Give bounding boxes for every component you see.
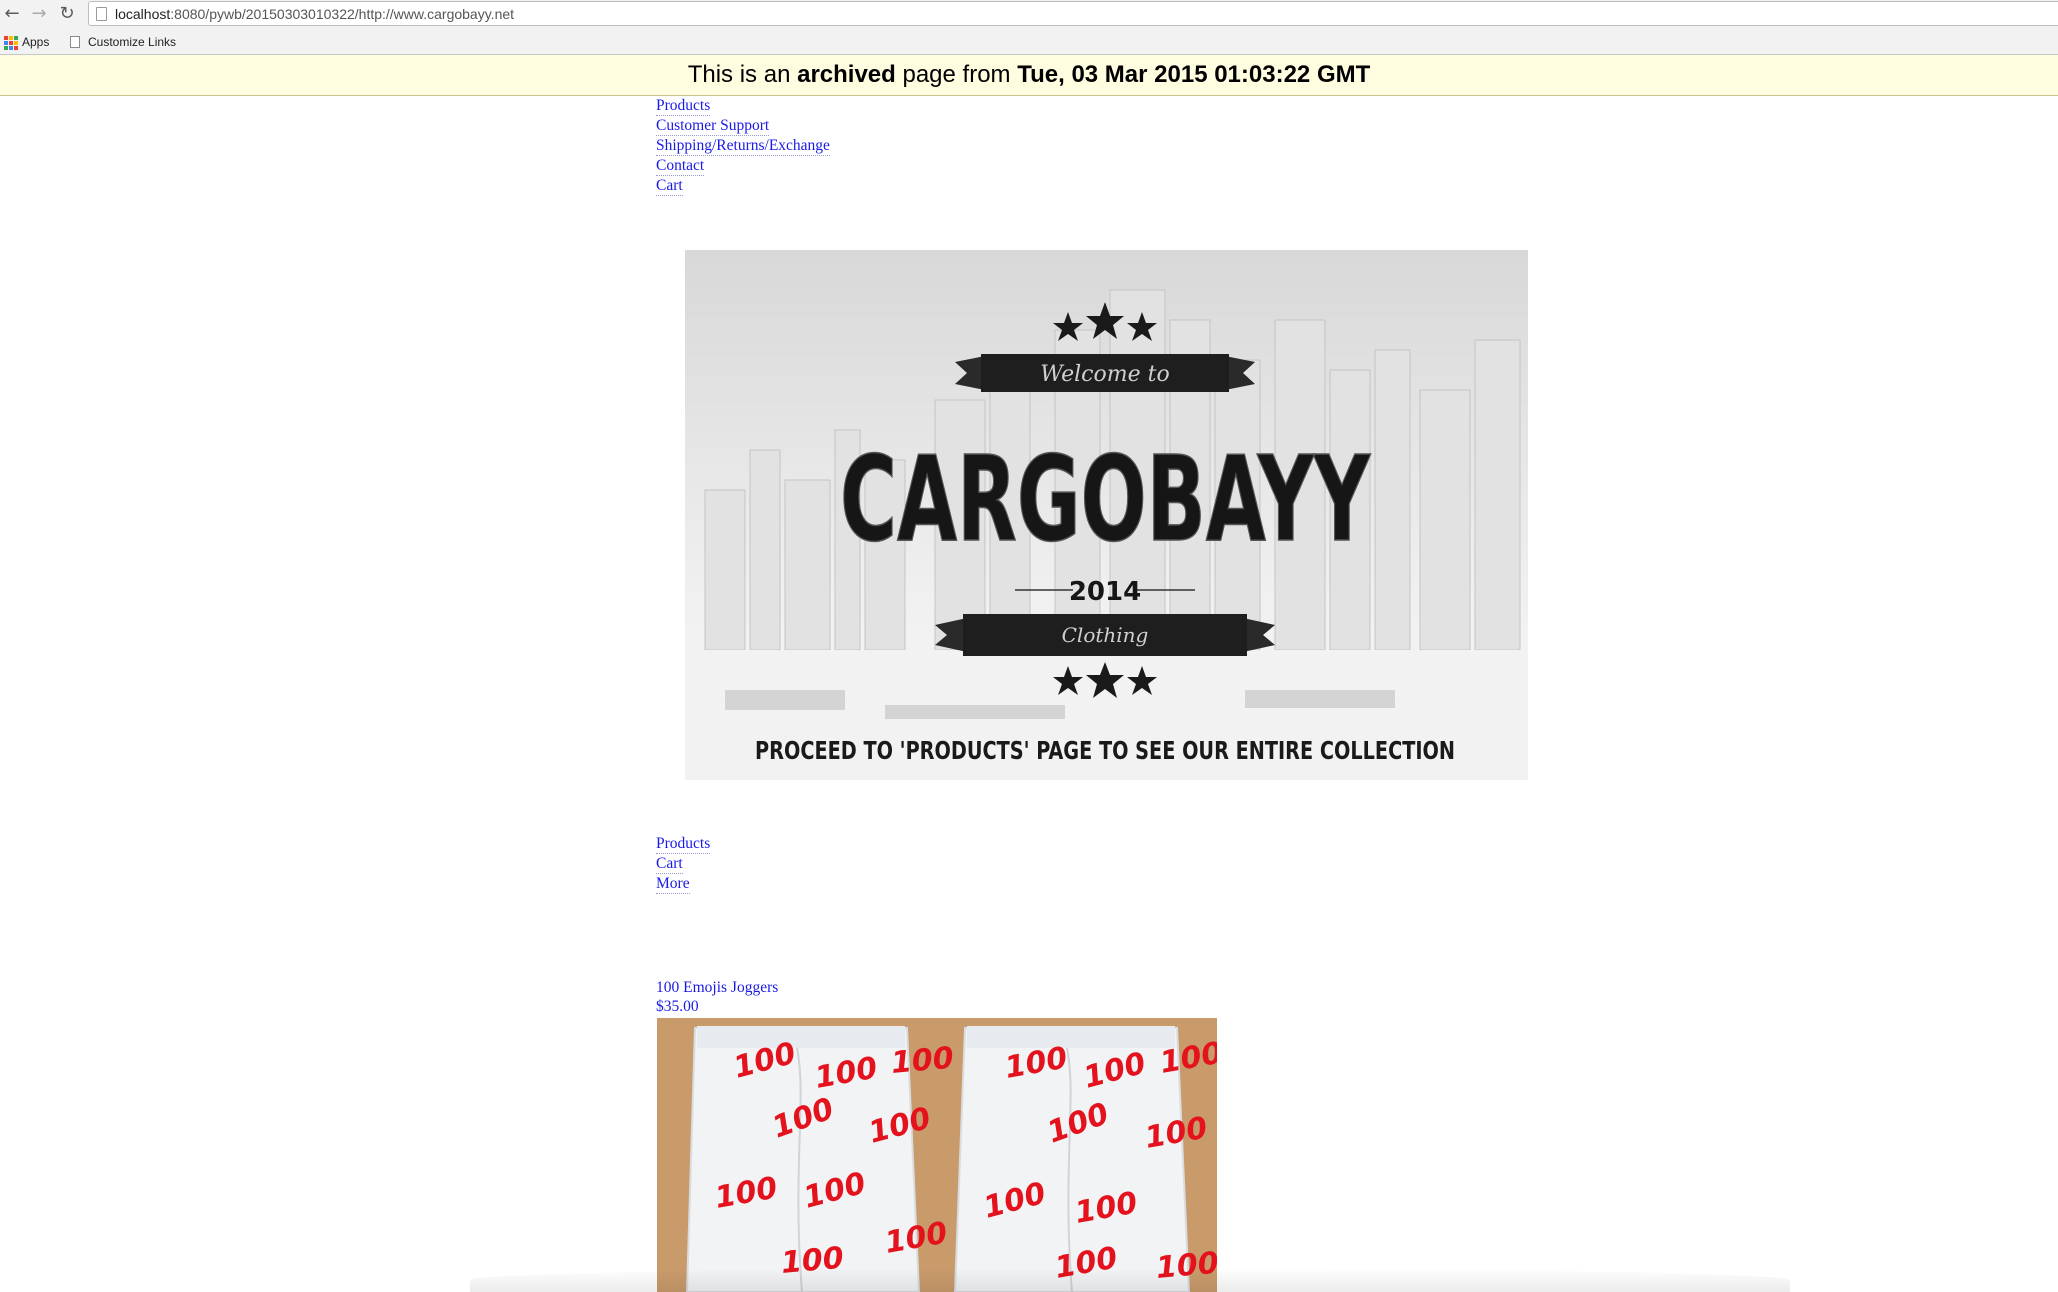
bookmark-label: Customize Links — [88, 35, 177, 49]
bookmark-customize-links[interactable]: Customize Links — [70, 32, 176, 52]
archive-banner: This is an archived page from Tue, 03 Ma… — [0, 55, 2058, 96]
banner-strong: archived — [797, 61, 896, 88]
apps-grid-icon — [4, 36, 18, 50]
nav-link-cart[interactable]: Cart — [656, 854, 683, 874]
forward-arrow-icon[interactable]: → — [27, 2, 51, 26]
hero-welcome: Welcome to — [1040, 362, 1169, 387]
product-image[interactable]: 100 100 100 100 100 100 100 100 100 100 100 100 100 1… — [657, 1018, 1217, 1292]
hero-banner: Welcome to CARGOBAYY 2014 Clothing PROCE… — [685, 250, 1528, 780]
back-arrow-icon[interactable]: ← — [0, 2, 24, 26]
joggers-photo: 100 100 100100 100100 100100100100 100 100100 1… — [657, 1018, 1217, 1292]
nav-link-products[interactable]: Products — [656, 834, 711, 854]
page-icon — [96, 7, 107, 21]
bookmark-apps[interactable]: Apps — [4, 32, 49, 52]
top-nav: Products Customer Support Shipping/Retur… — [656, 96, 830, 196]
secondary-nav: Products Cart More — [656, 834, 711, 894]
hero-cta: PROCEED TO 'PRODUCTS' PAGE TO SEE OUR EN… — [755, 736, 1455, 765]
nav-link-more[interactable]: More — [656, 874, 690, 894]
url-text: localhost:8080/pywb/20150303010322/http:… — [115, 6, 515, 22]
banner-text: page from — [902, 61, 1011, 88]
nav-link-cart[interactable]: Cart — [656, 176, 683, 196]
nav-link-customer-support[interactable]: Customer Support — [656, 116, 770, 136]
reload-icon[interactable]: ↻ — [55, 2, 79, 26]
browser-toolbar: ← → ↻ localhost:8080/pywb/20150303010322… — [0, 0, 2058, 55]
hero-year: 2014 — [1069, 577, 1141, 607]
banner-text: This is an — [687, 61, 791, 88]
product-price[interactable]: $35.00 — [656, 997, 699, 1016]
page-icon — [70, 36, 80, 48]
bookmark-label: Apps — [22, 35, 50, 49]
nav-link-shipping[interactable]: Shipping/Returns/Exchange — [656, 136, 830, 156]
nav-link-products[interactable]: Products — [656, 96, 711, 116]
address-bar[interactable]: localhost:8080/pywb/20150303010322/http:… — [88, 1, 2058, 26]
nav-link-contact[interactable]: Contact — [656, 156, 705, 176]
page-bottom-shadow — [470, 1268, 1790, 1292]
banner-date: Tue, 03 Mar 2015 01:03:22 GMT — [1017, 61, 1371, 88]
hero-subtitle: Clothing — [1062, 623, 1149, 647]
hero-brand: CARGOBAYY — [840, 430, 1371, 568]
hero-graphic: Welcome to CARGOBAYY 2014 Clothing PROCE… — [685, 250, 1528, 780]
product-title[interactable]: 100 Emojis Joggers — [656, 978, 778, 997]
hundred-emoji-icon: 100 — [890, 1041, 955, 1081]
